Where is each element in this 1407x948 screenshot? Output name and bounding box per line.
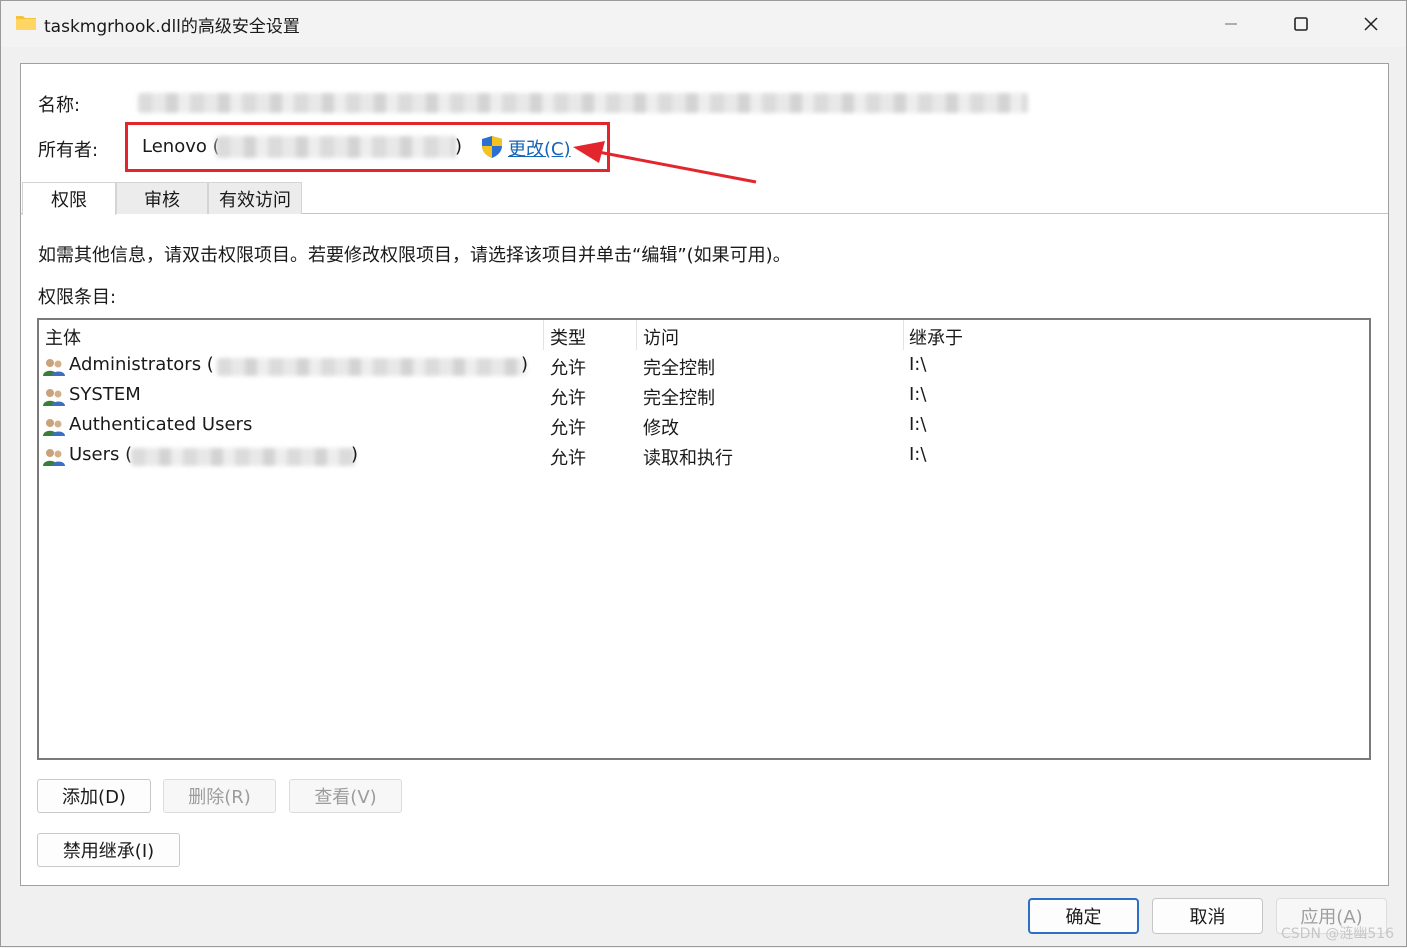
entry-inherited-from: I:\ xyxy=(909,354,927,375)
title-bar: taskmgrhook.dll的高级安全设置 xyxy=(1,1,1406,47)
remove-button-label: 删除(R) xyxy=(188,787,251,808)
redacted-owner-value xyxy=(216,136,456,158)
principal-name: Users ( xyxy=(69,444,133,465)
users-icon xyxy=(43,449,65,466)
close-icon xyxy=(1364,17,1378,31)
table-row[interactable]: Authenticated Users 允许 修改 I:\ xyxy=(39,411,1369,441)
window-title: taskmgrhook.dll的高级安全设置 xyxy=(44,17,300,37)
table-row[interactable]: Administrators ( ) 允许 完全控制 I:\ xyxy=(39,351,1369,381)
entry-inherited-from: I:\ xyxy=(909,414,927,435)
column-header-access[interactable]: 访问 xyxy=(643,324,679,350)
view-button-label: 查看(V) xyxy=(314,787,377,808)
redacted-principal-detail xyxy=(131,448,356,466)
tab-label: 权限 xyxy=(51,190,87,211)
change-owner-link[interactable]: 更改(C) xyxy=(508,135,571,161)
entry-access: 完全控制 xyxy=(643,358,715,379)
close-button[interactable] xyxy=(1336,1,1406,47)
entry-inherited-from: I:\ xyxy=(909,384,927,405)
column-separator[interactable] xyxy=(636,320,637,350)
owner-label: 所有者: xyxy=(38,140,99,161)
maximize-icon xyxy=(1294,17,1308,31)
tab-label: 审核 xyxy=(144,189,180,211)
table-row[interactable]: SYSTEM 允许 完全控制 I:\ xyxy=(39,381,1369,411)
users-icon xyxy=(43,419,65,436)
column-header-principal[interactable]: 主体 xyxy=(45,324,81,350)
ok-button[interactable]: 确定 xyxy=(1028,898,1139,934)
content-panel: 名称: 所有者: Lenovo ( ) 更改(C) 权限 审核 有效访问 如需其… xyxy=(20,63,1389,886)
add-button[interactable]: 添加(D) xyxy=(37,779,151,813)
principal-name: SYSTEM xyxy=(69,384,141,405)
column-header-inherited-from[interactable]: 继承于 xyxy=(909,324,963,350)
name-label: 名称: xyxy=(38,95,81,116)
users-icon xyxy=(43,389,65,406)
entry-type: 允许 xyxy=(550,418,586,439)
owner-value-prefix: Lenovo ( xyxy=(142,136,220,157)
permission-entries-list[interactable]: 主体 类型 访问 继承于 Administrators ( ) 允许 完全控制 xyxy=(37,318,1371,760)
cancel-button[interactable]: 取消 xyxy=(1152,898,1263,934)
disable-inheritance-label: 禁用继承(I) xyxy=(62,841,155,862)
advanced-security-settings-window: taskmgrhook.dll的高级安全设置 名称: 所有者: Lenovo (… xyxy=(0,0,1407,947)
uac-shield-icon xyxy=(482,136,502,158)
entry-inherited-from: I:\ xyxy=(909,444,927,465)
tab-auditing[interactable]: 审核 xyxy=(116,182,208,214)
redacted-principal-detail xyxy=(217,358,527,376)
entry-type: 允许 xyxy=(550,388,586,409)
principal-suffix: ) xyxy=(521,354,529,375)
column-separator[interactable] xyxy=(543,320,544,350)
watermark: CSDN @涟幽516 xyxy=(1281,926,1395,942)
principal-suffix: ) xyxy=(351,444,359,465)
tab-permissions[interactable]: 权限 xyxy=(22,182,116,215)
minimize-icon xyxy=(1225,23,1237,25)
ok-button-label: 确定 xyxy=(1065,907,1102,928)
minimize-button[interactable] xyxy=(1196,1,1266,47)
remove-button[interactable]: 删除(R) xyxy=(163,779,276,813)
entry-access: 修改 xyxy=(643,418,679,439)
redacted-name-value xyxy=(138,93,1028,113)
owner-value-suffix: ) xyxy=(455,136,463,157)
tab-label: 有效访问 xyxy=(219,189,291,211)
cancel-button-label: 取消 xyxy=(1189,907,1226,928)
maximize-button[interactable] xyxy=(1266,1,1336,47)
disable-inheritance-button[interactable]: 禁用继承(I) xyxy=(37,833,180,867)
entry-type: 允许 xyxy=(550,358,586,379)
column-header-type[interactable]: 类型 xyxy=(550,324,586,350)
entry-type: 允许 xyxy=(550,448,586,469)
principal-name: Administrators ( xyxy=(69,354,214,375)
entry-access: 读取和执行 xyxy=(643,448,733,469)
folder-icon xyxy=(16,16,36,30)
view-button[interactable]: 查看(V) xyxy=(289,779,402,813)
permission-entries-label: 权限条目: xyxy=(38,287,117,308)
info-text: 如需其他信息，请双击权限项目。若要修改权限项目，请选择该项目并单击“编辑”(如果… xyxy=(38,245,791,266)
column-separator[interactable] xyxy=(903,320,904,350)
tab-effective-access[interactable]: 有效访问 xyxy=(208,182,302,214)
users-icon xyxy=(43,359,65,376)
principal-name: Authenticated Users xyxy=(69,414,253,435)
add-button-label: 添加(D) xyxy=(62,787,126,808)
table-row[interactable]: Users ( ) 允许 读取和执行 I:\ xyxy=(39,441,1369,471)
entry-access: 完全控制 xyxy=(643,388,715,409)
